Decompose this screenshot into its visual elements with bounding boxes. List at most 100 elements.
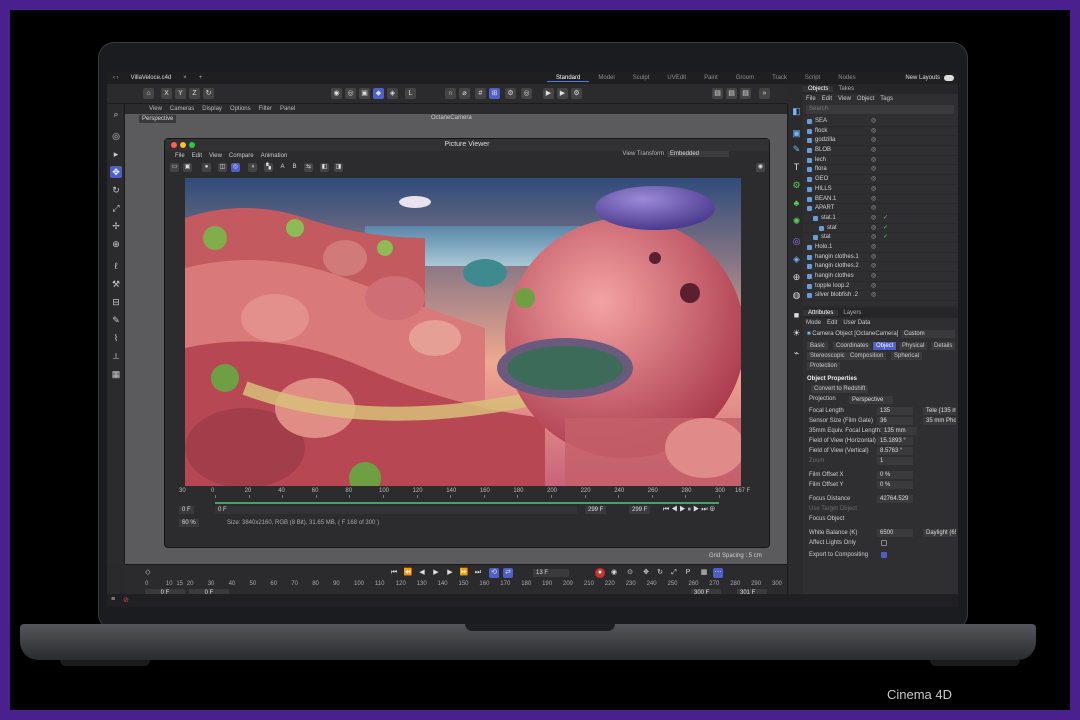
prev-frame-button[interactable]: ◀ — [417, 568, 427, 578]
objects-menu-object[interactable]: Object — [857, 96, 874, 102]
prop-value[interactable]: 0 % — [877, 471, 913, 479]
objects-menu-file[interactable]: File — [806, 96, 816, 102]
tab-attributes[interactable]: Attributes — [803, 310, 839, 316]
viewport-menu-cameras[interactable]: Cameras — [170, 106, 194, 112]
objects-menu-edit[interactable]: Edit — [822, 96, 832, 102]
viewport-menu-options[interactable]: Options — [230, 106, 251, 112]
motion-icon[interactable]: ▦ — [699, 568, 709, 578]
visibility-icon[interactable]: ◎ — [871, 282, 876, 292]
axis-x-icon[interactable]: X — [161, 88, 172, 99]
folder-icon[interactable]: ▭ — [170, 163, 179, 172]
fps-button[interactable]: ⇄ — [503, 568, 513, 578]
sphere-icon[interactable]: ◍ — [791, 290, 802, 301]
pv-start-field[interactable]: 0 F — [179, 506, 194, 514]
prop-value[interactable]: 135 — [877, 407, 913, 415]
points-mode-icon[interactable]: ◉ — [331, 88, 342, 99]
next-frame-button[interactable]: ▶ — [445, 568, 455, 578]
clapper3-icon[interactable]: ▤ — [740, 88, 751, 99]
scale-key-icon[interactable]: ⤢ — [669, 568, 679, 578]
pv-end-field-2[interactable]: 299 F — [629, 506, 651, 514]
visibility-icon[interactable]: ◎ — [871, 262, 876, 272]
object-row[interactable]: godzilla ◎ — [803, 136, 958, 147]
prop-value[interactable]: 1 — [877, 457, 913, 465]
tab-objects[interactable]: Objects — [803, 86, 834, 92]
visibility-icon[interactable]: ◎ — [871, 214, 876, 224]
object-row[interactable]: stat.1 ◎ ✓ — [803, 214, 958, 224]
subtab-details[interactable]: Details — [931, 342, 956, 350]
objects-menu-tags[interactable]: Tags — [880, 96, 893, 102]
param-key-icon[interactable]: P — [683, 568, 693, 578]
checkbox-affect-lights-only[interactable] — [881, 540, 887, 546]
viewport-menu-view[interactable]: View — [149, 106, 162, 112]
object-row[interactable]: hangin clothes ◎ — [803, 272, 958, 282]
fit-icon[interactable]: ◎ — [231, 163, 240, 172]
visibility-icon[interactable]: ◎ — [871, 127, 876, 137]
pv-menu-file[interactable]: File — [175, 153, 185, 159]
region-icon[interactable]: ◫ — [218, 163, 227, 172]
pen-icon[interactable]: ✎ — [110, 314, 122, 326]
snap-icon[interactable]: L — [405, 88, 416, 99]
goto-start-button[interactable]: ⏮ — [389, 568, 399, 578]
visibility-icon[interactable]: ◎ — [871, 204, 876, 214]
edges-mode-icon[interactable]: ◎ — [345, 88, 356, 99]
error-icon[interactable]: ⊘ — [123, 596, 129, 604]
object-row[interactable]: lech ◎ — [803, 156, 958, 166]
clapper-icon[interactable]: ▤ — [712, 88, 723, 99]
prop-preset[interactable]: Tele (135 mm) — [923, 407, 956, 415]
object-row[interactable]: flora ◎ — [803, 165, 958, 176]
keyframe-icon[interactable]: ◇ — [143, 568, 153, 578]
axis-z-icon[interactable]: Z — [189, 88, 200, 99]
layout-tab-standard[interactable]: Standard — [547, 75, 590, 82]
visibility-icon[interactable]: ◎ — [871, 136, 876, 146]
tab-layers[interactable]: Layers — [838, 310, 866, 316]
goto-end-button[interactable]: ⏭ — [473, 568, 483, 578]
document-tab[interactable]: VillaVeloce.c4d — [125, 75, 178, 81]
viewport-menu-filter[interactable]: Filter — [259, 106, 272, 112]
pv-playback-controls[interactable]: ⏮ ◀ ▶ ⏸ ▶ ⏭ ⊕ — [663, 506, 715, 514]
objects-search-input[interactable]: Search — [806, 105, 954, 114]
grid-icon[interactable]: # — [475, 88, 486, 99]
layout-tab-sculpt[interactable]: Sculpt — [624, 75, 659, 81]
maximize-window-button[interactable] — [189, 142, 195, 148]
lock-icon[interactable]: ◉ — [756, 163, 765, 172]
object-row[interactable]: stat ◎ ✓ — [803, 224, 958, 234]
lut-icon[interactable]: ◨ — [334, 163, 343, 172]
object-row[interactable]: SEA ◎ — [803, 117, 958, 127]
workplane-icon[interactable]: ⊞ — [489, 88, 500, 99]
visibility-icon[interactable]: ◎ — [871, 224, 876, 234]
object-row[interactable]: silver blobfish .2 ◎ — [803, 291, 958, 302]
object-row[interactable]: BEAN.1 ◎ — [803, 195, 958, 205]
pla-key-icon[interactable]: ⋯ — [713, 568, 723, 578]
move-icon[interactable]: ✥ — [110, 166, 122, 178]
subtab-stereoscopic[interactable]: Stereoscopic — [807, 352, 848, 360]
back-arrow-icon[interactable]: ‹ › — [107, 75, 125, 81]
render-settings-icon[interactable]: ⚙ — [571, 88, 582, 99]
prop-value[interactable]: 42764.529 — [877, 495, 913, 503]
attributes-menu-user-data[interactable]: User Data — [843, 320, 870, 326]
axis-icon[interactable]: ⊕ — [110, 238, 122, 250]
new-layouts-toggle[interactable] — [944, 75, 954, 81]
keyframe-selection-icon[interactable]: ⊙ — [625, 568, 635, 578]
render-region-icon[interactable]: ◎ — [521, 88, 532, 99]
pv-menu-view[interactable]: View — [209, 153, 222, 159]
cube-icon[interactable]: ◧ — [791, 106, 802, 117]
brush-icon[interactable]: ⌇ — [110, 332, 122, 344]
view-transform-select[interactable]: Embedded — [667, 151, 729, 157]
channel-icon[interactable]: ◧ — [320, 163, 329, 172]
selection-icon[interactable]: ▸ — [110, 148, 122, 160]
visibility-icon[interactable]: ◎ — [871, 195, 876, 205]
visibility-icon[interactable]: ◎ — [871, 117, 876, 127]
tab-takes[interactable]: Takes — [833, 86, 859, 92]
prev-key-button[interactable]: ⏪ — [403, 568, 413, 578]
model-mode-icon[interactable]: ◆ — [373, 88, 384, 99]
autokey-button[interactable]: ◉ — [609, 568, 619, 578]
visibility-icon[interactable]: ◎ — [871, 165, 876, 175]
layout-tab-script[interactable]: Script — [796, 75, 829, 81]
visibility-icon[interactable]: ◎ — [871, 185, 876, 195]
layout-tab-nodes[interactable]: Nodes — [829, 75, 864, 81]
visibility-icon[interactable]: ◎ — [871, 272, 876, 282]
menu-icon[interactable]: ≡ — [111, 596, 115, 603]
light-icon[interactable]: ☀ — [791, 328, 802, 339]
primitive-cube-icon[interactable]: ▣ — [791, 128, 802, 139]
layout-tab-uvedit[interactable]: UVEdit — [658, 75, 695, 81]
